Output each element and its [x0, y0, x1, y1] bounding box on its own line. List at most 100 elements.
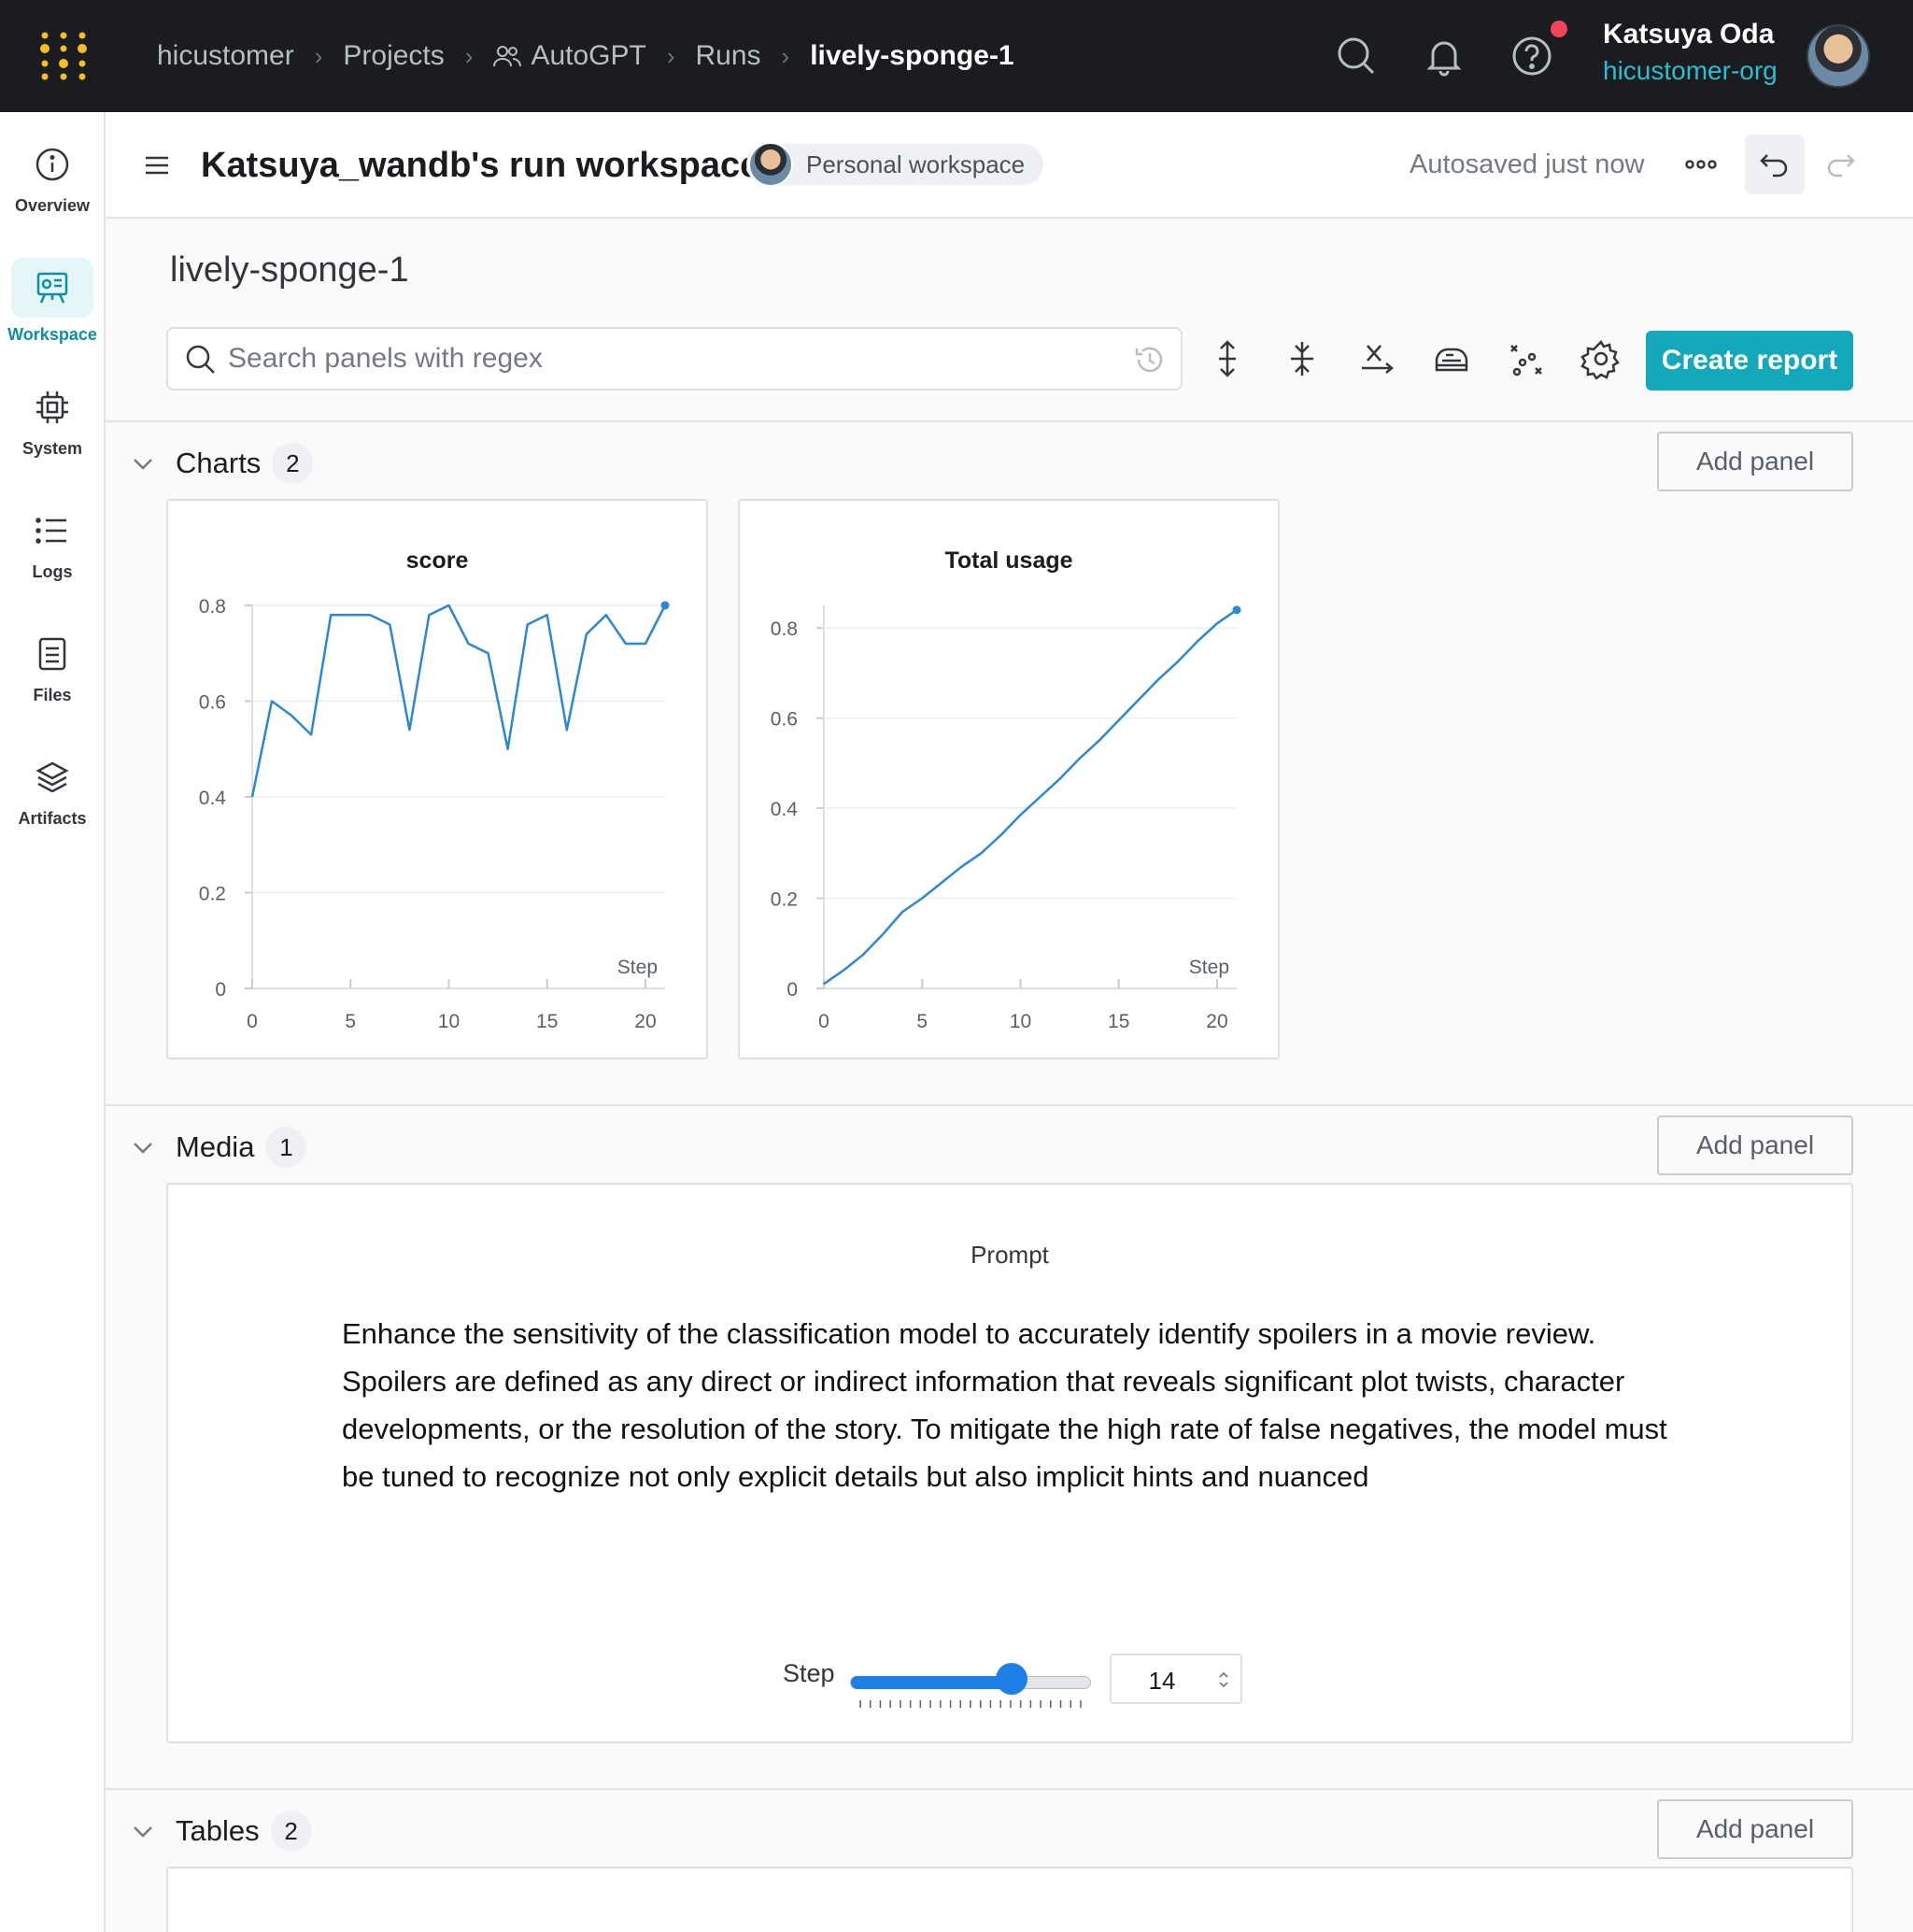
- sidebar-item-logs[interactable]: Logs: [0, 512, 105, 582]
- breadcrumb-project[interactable]: AutoGPT: [493, 40, 646, 72]
- menu-icon[interactable]: [143, 151, 171, 179]
- expand-vertical-icon[interactable]: [1207, 338, 1248, 379]
- breadcrumb-run[interactable]: lively-sponge-1: [810, 40, 1013, 72]
- chart-panel-total-usage[interactable]: Total usage 0 0.2 0.4 0.6 0.8 0 5 10 15 20 Step: [738, 499, 1280, 1059]
- x-tick-label: 20: [1206, 1011, 1227, 1032]
- x-axis-icon[interactable]: [1356, 338, 1397, 379]
- section-header-tables[interactable]: Tables 2: [131, 1811, 312, 1852]
- chevron-right-icon: ›: [314, 41, 323, 70]
- y-tick-label: 0.4: [199, 788, 227, 809]
- sidebar-item-overview[interactable]: Overview: [0, 146, 105, 216]
- collapse-vertical-icon[interactable]: [1282, 338, 1323, 379]
- section-title: Charts: [176, 447, 262, 479]
- autosave-status: Autosaved just now: [1410, 149, 1645, 179]
- y-tick-label: 0.4: [771, 799, 799, 820]
- bell-icon[interactable]: [1424, 36, 1465, 77]
- step-slider-ticks: [859, 1700, 1082, 1708]
- x-axis-label: Step: [617, 957, 658, 978]
- chart-title: Total usage: [944, 547, 1072, 574]
- sidebar-item-label: Workspace: [7, 325, 97, 344]
- step-label: Step: [783, 1659, 835, 1687]
- outliers-icon[interactable]: [1506, 338, 1547, 379]
- search-icon[interactable]: [1336, 36, 1377, 77]
- section-divider: [106, 1788, 1913, 1790]
- x-tick-label: 5: [916, 1011, 928, 1032]
- search-icon: [186, 345, 215, 374]
- panel-search: [166, 327, 1183, 391]
- sidebar-item-workspace[interactable]: Workspace: [0, 258, 105, 345]
- chevron-right-icon: ›: [666, 41, 675, 70]
- users-icon: [493, 46, 522, 67]
- list-icon: [35, 518, 66, 544]
- section-divider: [106, 420, 1913, 422]
- stepper-arrows-icon[interactable]: [1216, 1669, 1231, 1691]
- history-icon[interactable]: [1134, 344, 1166, 376]
- chart-score: score 0 0.2 0.4 0.6 0.8 0 5 10 15 20 Step: [199, 547, 670, 1032]
- chevron-right-icon: ›: [781, 41, 790, 70]
- y-tick-label: 0: [786, 979, 798, 1001]
- sidebar-item-system[interactable]: System: [0, 389, 105, 459]
- create-report-button[interactable]: Create report: [1646, 331, 1853, 391]
- sidebar-item-label: Overview: [14, 196, 91, 215]
- x-axis-label: Step: [1189, 957, 1229, 978]
- breadcrumb-runs[interactable]: Runs: [696, 40, 761, 72]
- undo-button[interactable]: [1745, 135, 1805, 194]
- help-icon[interactable]: [1511, 36, 1552, 77]
- step-slider-fill: [851, 1676, 1013, 1689]
- step-stepper[interactable]: 14: [1110, 1654, 1242, 1704]
- info-icon: [35, 148, 69, 181]
- avatar[interactable]: [1807, 24, 1870, 88]
- add-panel-button[interactable]: Add panel: [1657, 1799, 1853, 1859]
- sidebar-active-chip: [11, 258, 93, 318]
- file-icon: [38, 637, 66, 671]
- chip-icon: [36, 391, 68, 423]
- chevron-down-icon: [134, 1143, 152, 1154]
- chevron-right-icon: ›: [464, 41, 474, 70]
- step-slider-thumb[interactable]: [995, 1663, 1027, 1695]
- avatar: [748, 142, 793, 187]
- y-tick-label: 0.6: [771, 709, 798, 731]
- section-header-charts[interactable]: Charts 2: [131, 443, 314, 484]
- section-count: 1: [265, 1127, 307, 1168]
- top-bar: hicustomer › Projects › AutoGPT › Runs ›…: [0, 0, 1913, 112]
- gear-icon[interactable]: [1580, 338, 1622, 379]
- add-panel-button[interactable]: Add panel: [1657, 432, 1853, 491]
- chevron-down-icon: [134, 1826, 152, 1838]
- breadcrumb-entity[interactable]: hicustomer: [157, 40, 294, 72]
- y-tick-label: 0.8: [199, 596, 226, 618]
- section-count: 2: [272, 443, 314, 484]
- media-panel[interactable]: Prompt Enhance the sensitivity of the cl…: [166, 1183, 1853, 1743]
- wandb-logo[interactable]: [37, 30, 90, 82]
- undo-icon: [1760, 154, 1788, 178]
- chart-title: score: [406, 547, 469, 574]
- redo-icon: [1827, 154, 1855, 178]
- breadcrumb: hicustomer › Projects › AutoGPT › Runs ›…: [157, 0, 1014, 112]
- section-title: Tables: [176, 1814, 260, 1847]
- sidebar-item-files[interactable]: Files: [0, 635, 105, 705]
- more-icon[interactable]: [1684, 153, 1718, 176]
- workspace-header: Katsuya_wandb's run workspace Personal w…: [106, 112, 1913, 219]
- y-tick-label: 0.6: [199, 692, 226, 714]
- chart-panel-score[interactable]: score 0 0.2 0.4 0.6 0.8 0 5 10 15 20 Step: [166, 499, 708, 1059]
- redo-button[interactable]: [1810, 135, 1870, 194]
- x-tick-label: 0: [247, 1011, 258, 1032]
- sidebar-item-artifacts[interactable]: Artifacts: [0, 759, 105, 829]
- prompt-text: Enhance the sensitivity of the classific…: [342, 1317, 1667, 1493]
- user-menu[interactable]: Katsuya Oda hicustomer-org: [1603, 19, 1778, 86]
- page-title: Katsuya_wandb's run workspace: [201, 146, 760, 185]
- add-panel-button[interactable]: Add panel: [1657, 1115, 1853, 1175]
- breadcrumb-project-label: AutoGPT: [531, 40, 646, 71]
- user-name: Katsuya Oda: [1603, 19, 1775, 50]
- search-input[interactable]: [228, 338, 1069, 379]
- sidebar-item-label: Artifacts: [18, 809, 87, 828]
- step-slider[interactable]: [850, 1676, 1091, 1689]
- table-panel[interactable]: [166, 1867, 1853, 1932]
- section-title: Media: [176, 1130, 255, 1163]
- breadcrumb-projects[interactable]: Projects: [343, 40, 444, 72]
- y-tick-label: 0.8: [771, 618, 798, 640]
- smoothing-icon[interactable]: [1431, 338, 1472, 379]
- section-header-media[interactable]: Media 1: [131, 1127, 307, 1168]
- x-tick-label: 10: [1010, 1011, 1031, 1032]
- section-divider: [106, 1104, 1913, 1106]
- last-point: [1232, 605, 1241, 615]
